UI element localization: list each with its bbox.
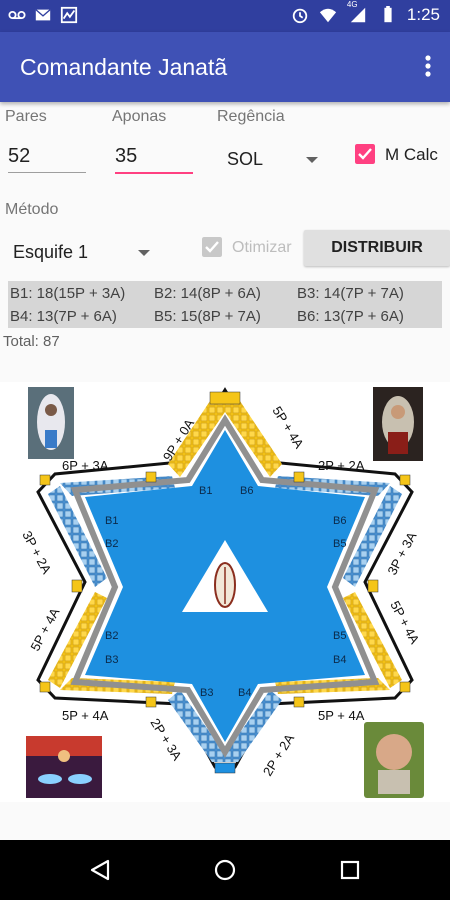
activity-icon bbox=[60, 6, 78, 24]
image-top-right bbox=[373, 387, 423, 461]
block-label-b3-bottom: B3 bbox=[200, 687, 213, 699]
app-title: Comandante Janatã bbox=[20, 54, 228, 80]
aponas-label: Aponas bbox=[112, 108, 167, 125]
metodo-value: Esquife 1 bbox=[13, 242, 89, 262]
checkbox-checked-icon bbox=[355, 144, 375, 164]
pares-label: Pares bbox=[5, 108, 47, 125]
metodo-label: Método bbox=[5, 201, 59, 218]
image-bottom-right bbox=[364, 722, 424, 798]
top-marker bbox=[209, 391, 241, 405]
metodo-spinner[interactable]: Esquife 1 bbox=[10, 236, 160, 266]
block-label-b1-top: B1 bbox=[199, 485, 212, 497]
back-icon[interactable] bbox=[88, 858, 112, 882]
mail-icon bbox=[35, 9, 51, 21]
regencia-label: Regência bbox=[217, 108, 285, 125]
status-bar: 4G 1:25 bbox=[0, 0, 450, 32]
side-label-mid-left-lower: 5P + 4A bbox=[27, 605, 62, 653]
otimizar-label: Otimizar bbox=[232, 239, 292, 256]
marker bbox=[145, 471, 157, 483]
result-b5: B5: 15(8P + 7A) bbox=[154, 308, 261, 325]
side-label-mid-left-upper: 3P + 2A bbox=[19, 528, 54, 576]
block-label-b2-lower: B2 bbox=[105, 630, 118, 642]
overflow-menu-icon[interactable] bbox=[418, 52, 438, 82]
marker bbox=[145, 696, 157, 708]
result-b4: B4: 13(7P + 6A) bbox=[10, 308, 117, 325]
dropdown-arrow-icon bbox=[306, 157, 318, 163]
marker bbox=[367, 579, 379, 593]
side-label-bottom-right: 2P + 2A bbox=[260, 731, 297, 779]
image-bottom-left bbox=[26, 736, 102, 798]
image-top-left bbox=[28, 387, 74, 459]
side-label-upper-left: 6P + 3A bbox=[62, 458, 109, 473]
bottom-marker bbox=[214, 762, 236, 774]
marker bbox=[39, 474, 51, 486]
pares-input[interactable]: 52 bbox=[8, 145, 86, 173]
side-label-lower-right: 5P + 4A bbox=[318, 708, 365, 723]
marker bbox=[39, 681, 51, 693]
block-label-b5-lower: B5 bbox=[333, 630, 346, 642]
recents-icon[interactable] bbox=[338, 858, 362, 882]
result-b6: B6: 13(7P + 6A) bbox=[297, 308, 404, 325]
side-label-top-right: 5P + 4A bbox=[269, 404, 306, 452]
results-panel: B1: 18(15P + 3A) B2: 14(8P + 6A) B3: 14(… bbox=[8, 281, 442, 328]
block-label-b2-left: B2 bbox=[105, 538, 118, 550]
marker bbox=[71, 579, 83, 593]
dropdown-arrow-icon bbox=[138, 250, 150, 256]
regencia-spinner[interactable]: SOL bbox=[222, 145, 327, 175]
result-b2: B2: 14(8P + 6A) bbox=[154, 285, 261, 302]
total-label: Total: 87 bbox=[3, 333, 60, 350]
battery-icon bbox=[384, 6, 392, 23]
otimizar-checkbox[interactable]: Otimizar bbox=[200, 236, 300, 262]
home-icon[interactable] bbox=[213, 858, 237, 882]
checkbox-checked-disabled-icon bbox=[202, 237, 222, 257]
block-label-b3-left: B3 bbox=[105, 654, 118, 666]
mcalc-label: M Calc bbox=[385, 145, 438, 164]
marker bbox=[293, 471, 305, 483]
aponas-input[interactable]: 35 bbox=[115, 145, 193, 174]
block-label-b5-right: B5 bbox=[333, 538, 346, 550]
app-bar: Comandante Janatã bbox=[0, 32, 450, 102]
diagram-area: 9P + 0A 5P + 4A 6P + 3A 2P + 2A 3P + 2A … bbox=[0, 382, 450, 802]
side-label-lower-left: 5P + 4A bbox=[62, 708, 109, 723]
star-diagram: 9P + 0A 5P + 4A 6P + 3A 2P + 2A 3P + 2A … bbox=[19, 387, 424, 798]
signal-icon bbox=[350, 7, 366, 23]
marker bbox=[399, 681, 411, 693]
side-label-bottom-left: 2P + 3A bbox=[147, 716, 184, 764]
navigation-bar bbox=[0, 840, 450, 900]
block-label-b4-right: B4 bbox=[333, 654, 346, 666]
marker bbox=[399, 474, 411, 486]
distribuir-button[interactable]: DISTRIBUIR bbox=[304, 230, 450, 266]
regencia-value: SOL bbox=[227, 149, 264, 169]
wifi-icon bbox=[319, 8, 337, 23]
result-b3: B3: 14(7P + 7A) bbox=[297, 285, 404, 302]
mcalc-checkbox[interactable]: M Calc bbox=[353, 143, 445, 169]
marker bbox=[293, 696, 305, 708]
block-label-b6-top: B6 bbox=[240, 485, 253, 497]
result-b1: B1: 18(15P + 3A) bbox=[10, 285, 126, 302]
block-label-b4-bottom: B4 bbox=[238, 687, 251, 699]
alarm-icon bbox=[292, 8, 308, 24]
side-label-upper-right: 2P + 2A bbox=[318, 458, 365, 473]
block-label-b6-right: B6 bbox=[333, 515, 346, 527]
clock: 1:25 bbox=[406, 5, 440, 24]
block-label-b1-left: B1 bbox=[105, 515, 118, 527]
voicemail-icon bbox=[8, 10, 26, 20]
